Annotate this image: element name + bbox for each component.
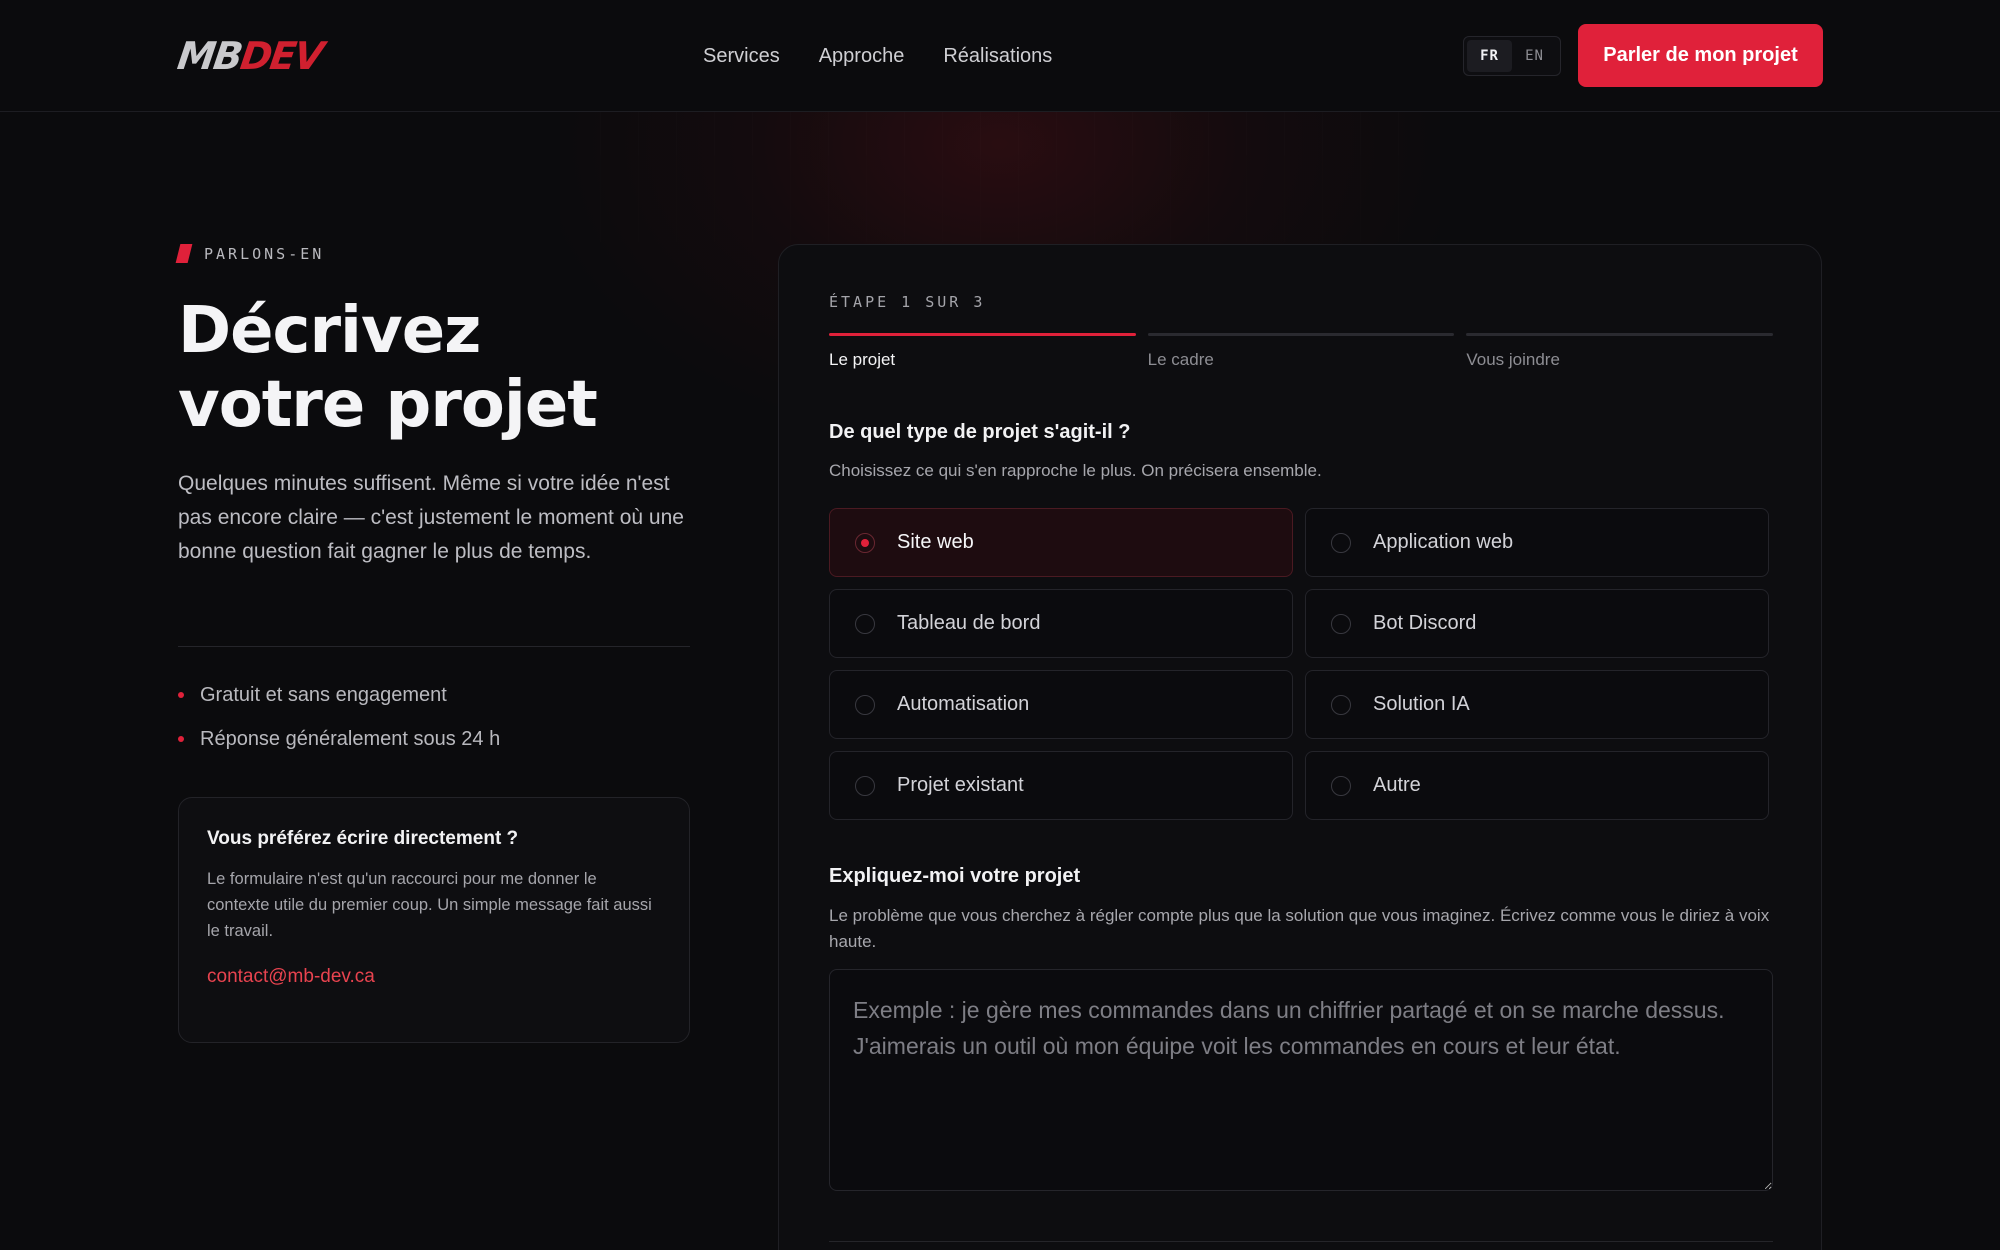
nav-link-services[interactable]: Services [703, 40, 780, 72]
eyebrow-text: PARLONS-EN [204, 244, 325, 263]
language-switcher: FR EN [1463, 36, 1561, 76]
page-title: Décrivez votre projet [178, 294, 738, 442]
direct-contact-title: Vous préférez écrire directement ? [207, 828, 519, 849]
option-label: Solution IA [1373, 693, 1470, 715]
step-name: Le cadre [1147, 350, 1214, 369]
option-label: Automatisation [897, 693, 1030, 715]
divider [178, 646, 690, 647]
option-tableau-de-bord[interactable]: Tableau de bord [829, 589, 1293, 658]
nav-link-approche[interactable]: Approche [819, 40, 905, 72]
page-title-line-2: votre projet [178, 368, 598, 442]
main-nav: Services Approche Réalisations [703, 40, 1052, 72]
radio-icon [1331, 775, 1351, 796]
step-vous-joindre[interactable]: Vous joindre [1466, 333, 1774, 370]
logo-part-dev: DEV [237, 34, 325, 78]
step-counter: ÉTAPE 1 SUR 3 [829, 293, 986, 311]
direct-contact-text: Le formulaire n'est qu'un raccourci pour… [207, 870, 652, 940]
project-type-options: Site web Application web Tableau de bord… [829, 508, 1773, 820]
logo[interactable]: MBDEV [175, 34, 325, 78]
step-progress: Le projet Le cadre Vous joindre [829, 333, 1774, 370]
step-bar [1466, 333, 1774, 336]
option-label: Autre [1373, 774, 1421, 796]
step-le-projet[interactable]: Le projet [829, 333, 1136, 370]
site-header: MBDEV Services Approche Réalisations FR … [0, 0, 2000, 112]
radio-icon [1331, 532, 1351, 553]
option-label: Application web [1373, 531, 1514, 553]
bullet-dot-icon [178, 736, 184, 742]
benefit-text: Gratuit et sans engagement [200, 683, 447, 706]
page-title-line-1: Décrivez [178, 294, 481, 368]
project-description-textarea[interactable] [829, 969, 1773, 1191]
project-description-label: Expliquez-moi votre projet [829, 865, 1081, 887]
step-bar [1147, 333, 1455, 336]
project-type-question: De quel type de projet s'agit-il ? [829, 421, 1131, 443]
intro-paragraph: Quelques minutes suffisent. Même si votr… [178, 472, 684, 563]
radio-icon [1331, 613, 1351, 634]
option-label: Tableau de bord [897, 612, 1041, 634]
divider [829, 1241, 1773, 1242]
project-form-card: ÉTAPE 1 SUR 3 Le projet Le cadre Vous jo… [778, 244, 1822, 1250]
option-label: Site web [897, 531, 974, 553]
bullet-dot-icon [178, 692, 184, 698]
option-projet-existant[interactable]: Projet existant [829, 751, 1293, 820]
option-bot-discord[interactable]: Bot Discord [1305, 589, 1769, 658]
eyebrow: PARLONS-EN [175, 244, 325, 263]
list-item: Gratuit et sans engagement [178, 679, 500, 711]
step-le-cadre[interactable]: Le cadre [1147, 333, 1455, 370]
option-site-web[interactable]: Site web [829, 508, 1293, 577]
project-type-hint: Choisissez ce qui s'en rapproche le plus… [829, 461, 1322, 480]
radio-icon [855, 775, 875, 796]
benefits-list: Gratuit et sans engagement Réponse génér… [178, 679, 500, 767]
contact-email-link[interactable]: contact@mb-dev.ca [207, 966, 661, 988]
talk-project-button[interactable]: Parler de mon projet [1578, 24, 1823, 87]
logo-part-mb: MB [174, 34, 244, 78]
benefit-text: Réponse généralement sous 24 h [200, 727, 501, 750]
step-name: Le projet [829, 350, 896, 369]
option-automatisation[interactable]: Automatisation [829, 670, 1293, 739]
list-item: Réponse généralement sous 24 h [178, 723, 500, 755]
eyebrow-mark-icon [175, 244, 193, 263]
option-solution-ia[interactable]: Solution IA [1305, 670, 1769, 739]
option-autre[interactable]: Autre [1305, 751, 1769, 820]
radio-icon [1331, 694, 1351, 715]
option-label: Projet existant [897, 774, 1024, 796]
option-label: Bot Discord [1373, 612, 1477, 634]
lang-fr-button[interactable]: FR [1467, 40, 1512, 72]
nav-link-realisations[interactable]: Réalisations [943, 40, 1052, 72]
direct-contact-card: Vous préférez écrire directement ? Le fo… [178, 797, 690, 1043]
radio-icon [855, 613, 875, 634]
step-name: Vous joindre [1466, 350, 1560, 369]
lang-en-button[interactable]: EN [1512, 40, 1557, 72]
step-bar [829, 333, 1136, 336]
project-description-hint: Le problème que vous cherchez à régler c… [829, 906, 1770, 951]
option-application-web[interactable]: Application web [1305, 508, 1769, 577]
radio-icon [855, 532, 875, 553]
radio-icon [855, 694, 875, 715]
